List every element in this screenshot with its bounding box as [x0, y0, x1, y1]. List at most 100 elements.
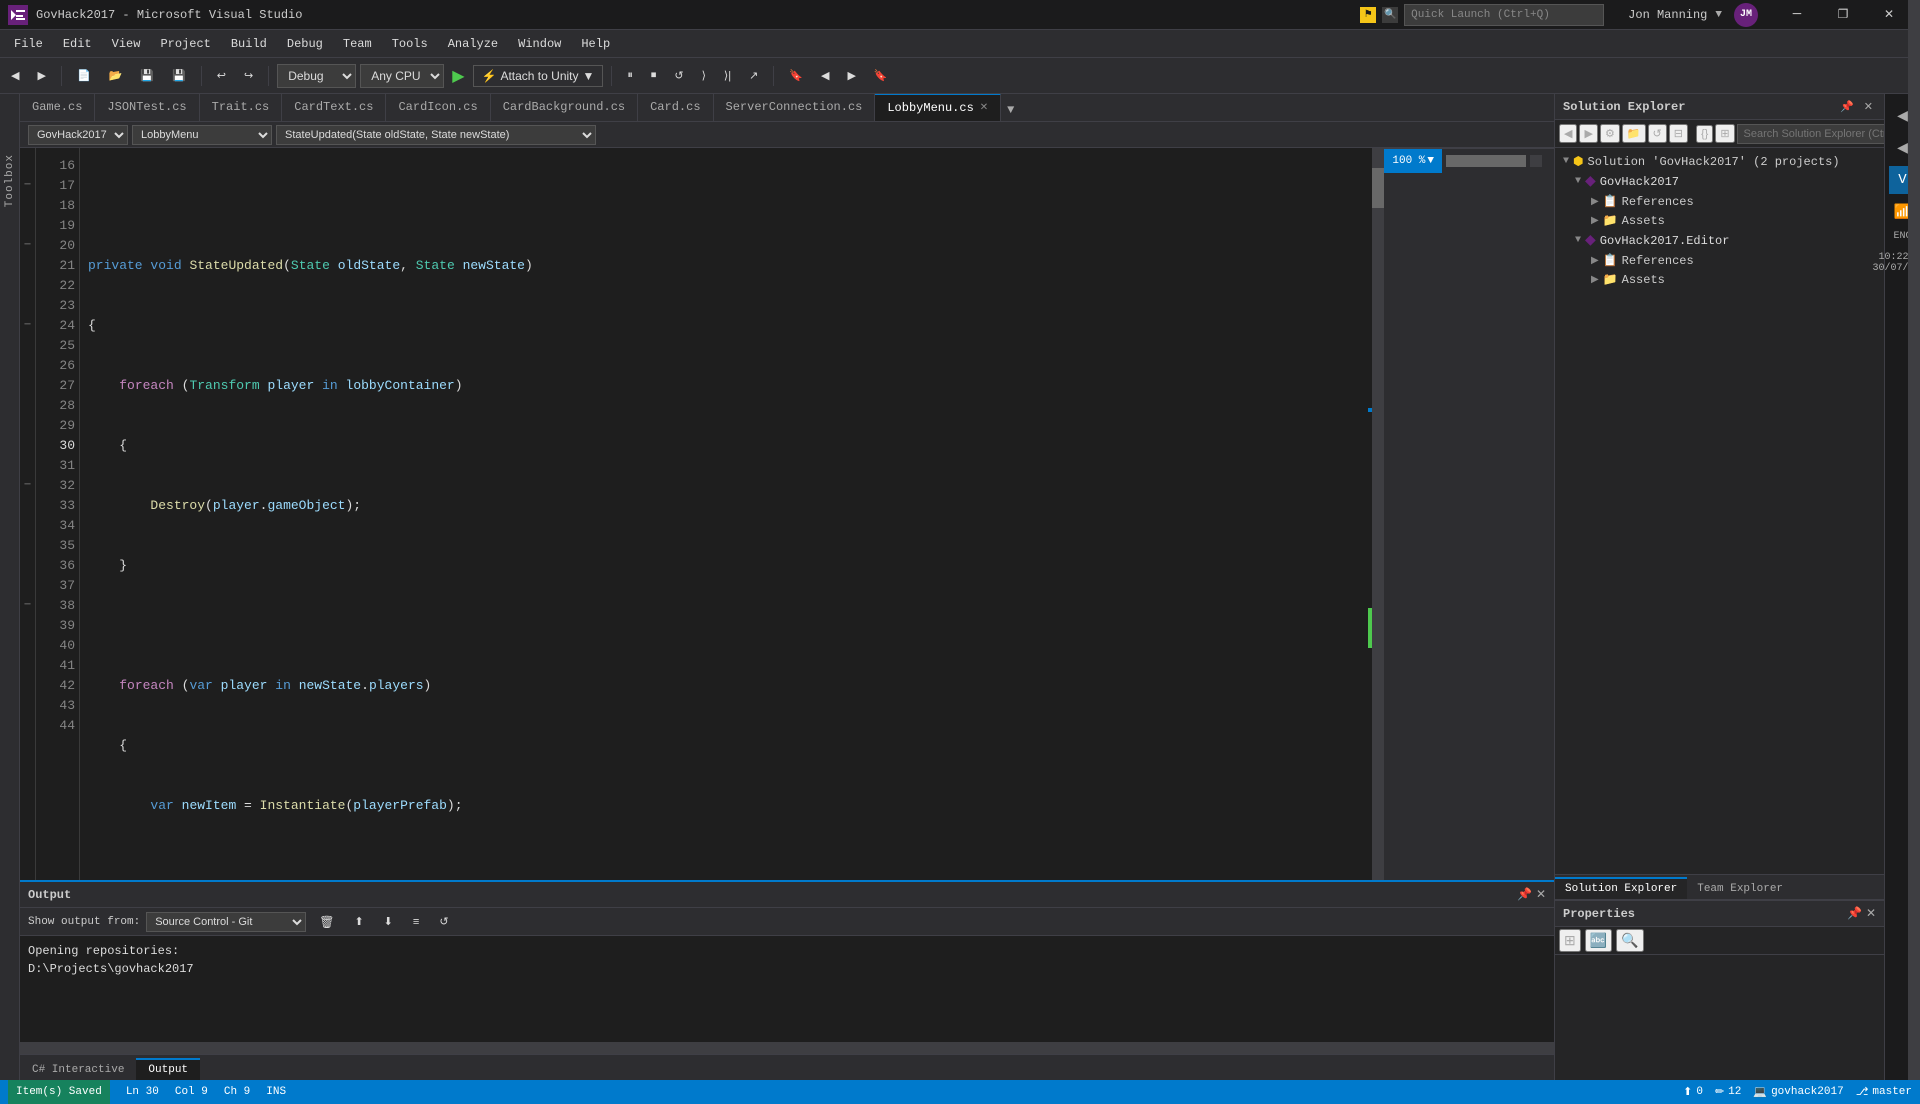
save-all-button[interactable]: 💾	[165, 65, 193, 86]
start-button[interactable]: ▶	[448, 64, 468, 88]
output-btn-1[interactable]: ⬆	[347, 911, 370, 932]
minimize-button[interactable]: ─	[1774, 0, 1820, 30]
se-forward-button[interactable]: ▶	[1579, 124, 1597, 143]
menu-tools[interactable]: Tools	[382, 33, 438, 55]
properties-categorized-btn[interactable]: ⊞	[1559, 929, 1581, 952]
tab-lobbymenu-close[interactable]: ✕	[980, 102, 988, 114]
new-file-button[interactable]: 📄	[70, 65, 98, 86]
tab-trait[interactable]: Trait.cs	[200, 94, 283, 121]
code-hscrollbar[interactable]	[1446, 155, 1526, 167]
se-pin-button[interactable]: 📌	[1837, 99, 1857, 115]
toolbar-btn-5[interactable]: ⟩|	[717, 65, 738, 86]
menu-view[interactable]: View	[102, 33, 151, 55]
forward-button[interactable]: ▶	[30, 65, 52, 86]
bookmark-clear[interactable]: 🔖	[867, 65, 895, 86]
menu-help[interactable]: Help	[571, 33, 620, 55]
save-button[interactable]: 💾	[133, 65, 161, 86]
undo-button[interactable]: ↩	[210, 65, 233, 86]
menu-build[interactable]: Build	[221, 33, 277, 55]
menu-edit[interactable]: Edit	[53, 33, 102, 55]
output-source-select[interactable]: Source Control - Git Build Debug	[146, 912, 306, 932]
se-collapse-button[interactable]: ⊟	[1669, 124, 1688, 143]
tab-cardtext[interactable]: CardText.cs	[282, 94, 386, 121]
tabs-overflow-button[interactable]: ▼	[1001, 99, 1020, 121]
fold-24[interactable]: ─	[20, 316, 35, 336]
toolbar-btn-4[interactable]: ⟩	[695, 65, 713, 86]
back-button[interactable]: ◀	[4, 65, 26, 86]
class-select[interactable]: LobbyMenu	[132, 125, 272, 145]
namespace-select[interactable]: GovHack2017	[28, 125, 128, 145]
hscroll-thumb[interactable]	[1446, 155, 1526, 167]
vscroll-thumb[interactable]	[1372, 168, 1384, 208]
zoom-dropdown-arrow[interactable]: ▼	[1427, 155, 1434, 167]
menu-window[interactable]: Window	[508, 33, 571, 55]
solution-search-input[interactable]	[1737, 124, 1893, 144]
clear-output-button[interactable]: 🗑	[312, 911, 341, 933]
fold-17[interactable]: ─	[20, 176, 35, 196]
assets-govhack[interactable]: ▶ 📁 Assets	[1555, 211, 1884, 230]
menu-analyze[interactable]: Analyze	[438, 33, 508, 55]
bookmark-next[interactable]: ▶	[840, 65, 862, 86]
toolbar-btn-2[interactable]: ⏹	[644, 65, 664, 86]
zoom-control[interactable]: 100 % ▼	[1384, 149, 1442, 173]
se-show-all-button[interactable]: 📁	[1622, 124, 1646, 143]
method-select[interactable]: StateUpdated(State oldState, State newSt…	[276, 125, 596, 145]
menu-team[interactable]: Team	[333, 33, 382, 55]
tab-card[interactable]: Card.cs	[638, 94, 713, 121]
menu-debug[interactable]: Debug	[277, 33, 333, 55]
se-code-button[interactable]: {}	[1696, 125, 1713, 143]
project-govhack[interactable]: ▼ ◆ GovHack2017	[1555, 171, 1884, 192]
properties-alphabetical-btn[interactable]: 🔤	[1585, 929, 1612, 952]
tab-cardicon[interactable]: CardIcon.cs	[386, 94, 490, 121]
se-close-button[interactable]: ✕	[1861, 99, 1876, 115]
references-editor[interactable]: ▶ 📋 References	[1555, 251, 1884, 270]
restore-button[interactable]: ❐	[1820, 0, 1866, 30]
properties-close[interactable]: ✕	[1866, 906, 1876, 921]
tab-output[interactable]: Output	[136, 1058, 200, 1080]
output-btn-4[interactable]: ↺	[432, 911, 455, 932]
toolbar-btn-3[interactable]: ↺	[667, 65, 690, 86]
open-button[interactable]: 📂	[102, 65, 130, 86]
attach-dropdown-arrow[interactable]: ▼	[583, 69, 595, 83]
toolbar-btn-6[interactable]: ↗	[742, 65, 765, 86]
quick-launch-input[interactable]: Quick Launch (Ctrl+Q)	[1404, 4, 1604, 26]
se-refresh-button[interactable]: ↺	[1648, 124, 1667, 143]
se-tab-solution[interactable]: Solution Explorer	[1555, 877, 1687, 899]
fold-19[interactable]: ─	[20, 236, 35, 256]
se-tab-team[interactable]: Team Explorer	[1687, 879, 1793, 899]
fold-36[interactable]: ─	[20, 596, 35, 616]
tab-lobbymenu[interactable]: LobbyMenu.cs ✕	[875, 94, 1001, 121]
properties-search-btn[interactable]: 🔍	[1616, 929, 1643, 952]
debug-mode-dropdown[interactable]: Debug Release	[277, 64, 356, 88]
menu-project[interactable]: Project	[150, 33, 220, 55]
bookmark-prev[interactable]: ◀	[814, 65, 836, 86]
tab-game[interactable]: Game.cs	[20, 94, 95, 121]
cpu-dropdown[interactable]: Any CPU x86 x64	[360, 64, 444, 88]
fold-31[interactable]: ─	[20, 476, 35, 496]
user-dropdown-arrow[interactable]: ▼	[1715, 9, 1722, 21]
output-pin-icon[interactable]: 📌	[1517, 887, 1532, 902]
assets-editor[interactable]: ▶ 📁 Assets	[1555, 270, 1884, 289]
toolbar-btn-1[interactable]: ⏸	[620, 65, 640, 86]
bookmark-button[interactable]: 🔖	[782, 65, 810, 86]
attach-to-unity-button[interactable]: ⚡ Attach to Unity ▼	[473, 65, 604, 87]
menu-file[interactable]: File	[4, 33, 53, 55]
output-btn-3[interactable]: ≡	[406, 912, 426, 932]
output-panel-close[interactable]: ✕	[1536, 887, 1546, 902]
output-hscrollbar[interactable]	[20, 1042, 1554, 1054]
se-back-button[interactable]: ◀	[1559, 124, 1577, 143]
tab-cardbackground[interactable]: CardBackground.cs	[491, 94, 638, 121]
references-govhack[interactable]: ▶ 📋 References	[1555, 192, 1884, 211]
tab-serverconnection[interactable]: ServerConnection.cs	[714, 94, 876, 121]
project-editor[interactable]: ▼ ◆ GovHack2017.Editor	[1555, 230, 1884, 251]
tab-csharp-interactive[interactable]: C# Interactive	[20, 1060, 136, 1080]
redo-button[interactable]: ↪	[237, 65, 260, 86]
output-btn-2[interactable]: ⬇	[377, 911, 400, 932]
solution-root[interactable]: ▼ ⬢ Solution 'GovHack2017' (2 projects)	[1555, 152, 1884, 171]
close-button[interactable]: ✕	[1866, 0, 1912, 30]
se-extra-button[interactable]: ⊞	[1715, 124, 1734, 143]
code-vscrollbar[interactable]	[1372, 148, 1384, 880]
properties-pin[interactable]: 📌	[1847, 906, 1862, 921]
tab-jsontest[interactable]: JSONTest.cs	[95, 94, 199, 121]
code-editor-content[interactable]: private void StateUpdated(State oldState…	[80, 148, 1368, 880]
